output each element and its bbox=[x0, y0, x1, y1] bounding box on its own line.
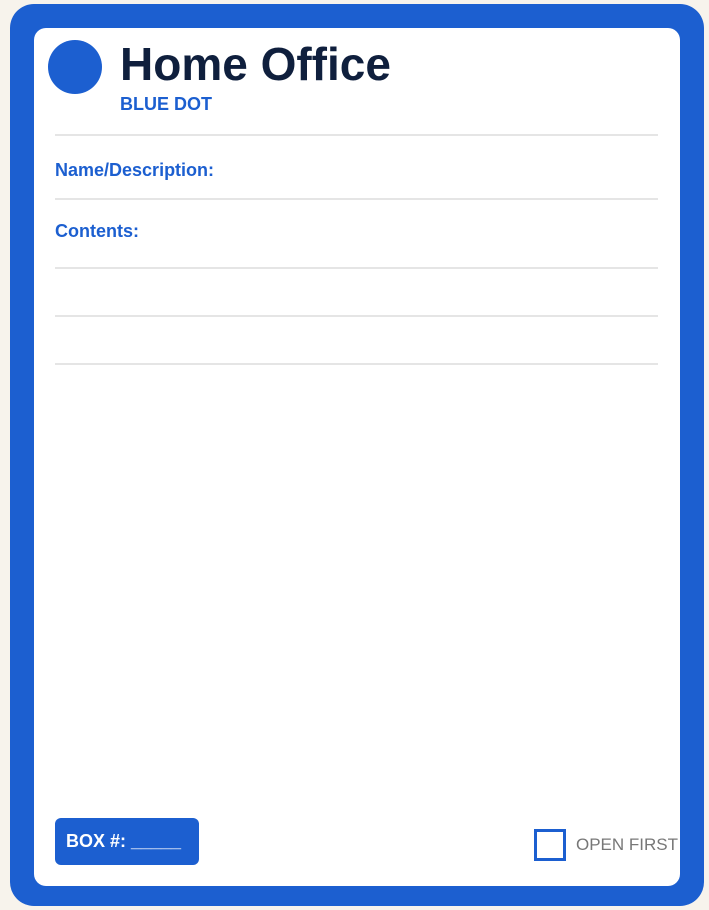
contents-line-3 bbox=[55, 363, 658, 365]
dot-color-label: BLUE DOT bbox=[120, 94, 212, 114]
open-first-option[interactable]: OPEN FIRST bbox=[534, 829, 678, 861]
open-first-label: OPEN FIRST bbox=[576, 835, 679, 854]
moving-box-label: Home Office BLUE DOT Name/Description: C… bbox=[10, 4, 704, 906]
contents-line-1 bbox=[55, 267, 658, 269]
open-first-checkbox[interactable] bbox=[534, 829, 566, 861]
blue-dot-icon bbox=[48, 40, 102, 94]
box-number-badge: BOX #: _____ bbox=[55, 818, 199, 865]
name-description-line bbox=[55, 198, 658, 200]
label-body: Home Office BLUE DOT Name/Description: C… bbox=[34, 28, 680, 886]
contents-line-2 bbox=[55, 315, 658, 317]
room-title: Home Office bbox=[120, 38, 391, 90]
contents-label: Contents: bbox=[55, 221, 139, 241]
header-divider bbox=[55, 134, 658, 136]
name-description-label: Name/Description: bbox=[55, 160, 215, 180]
